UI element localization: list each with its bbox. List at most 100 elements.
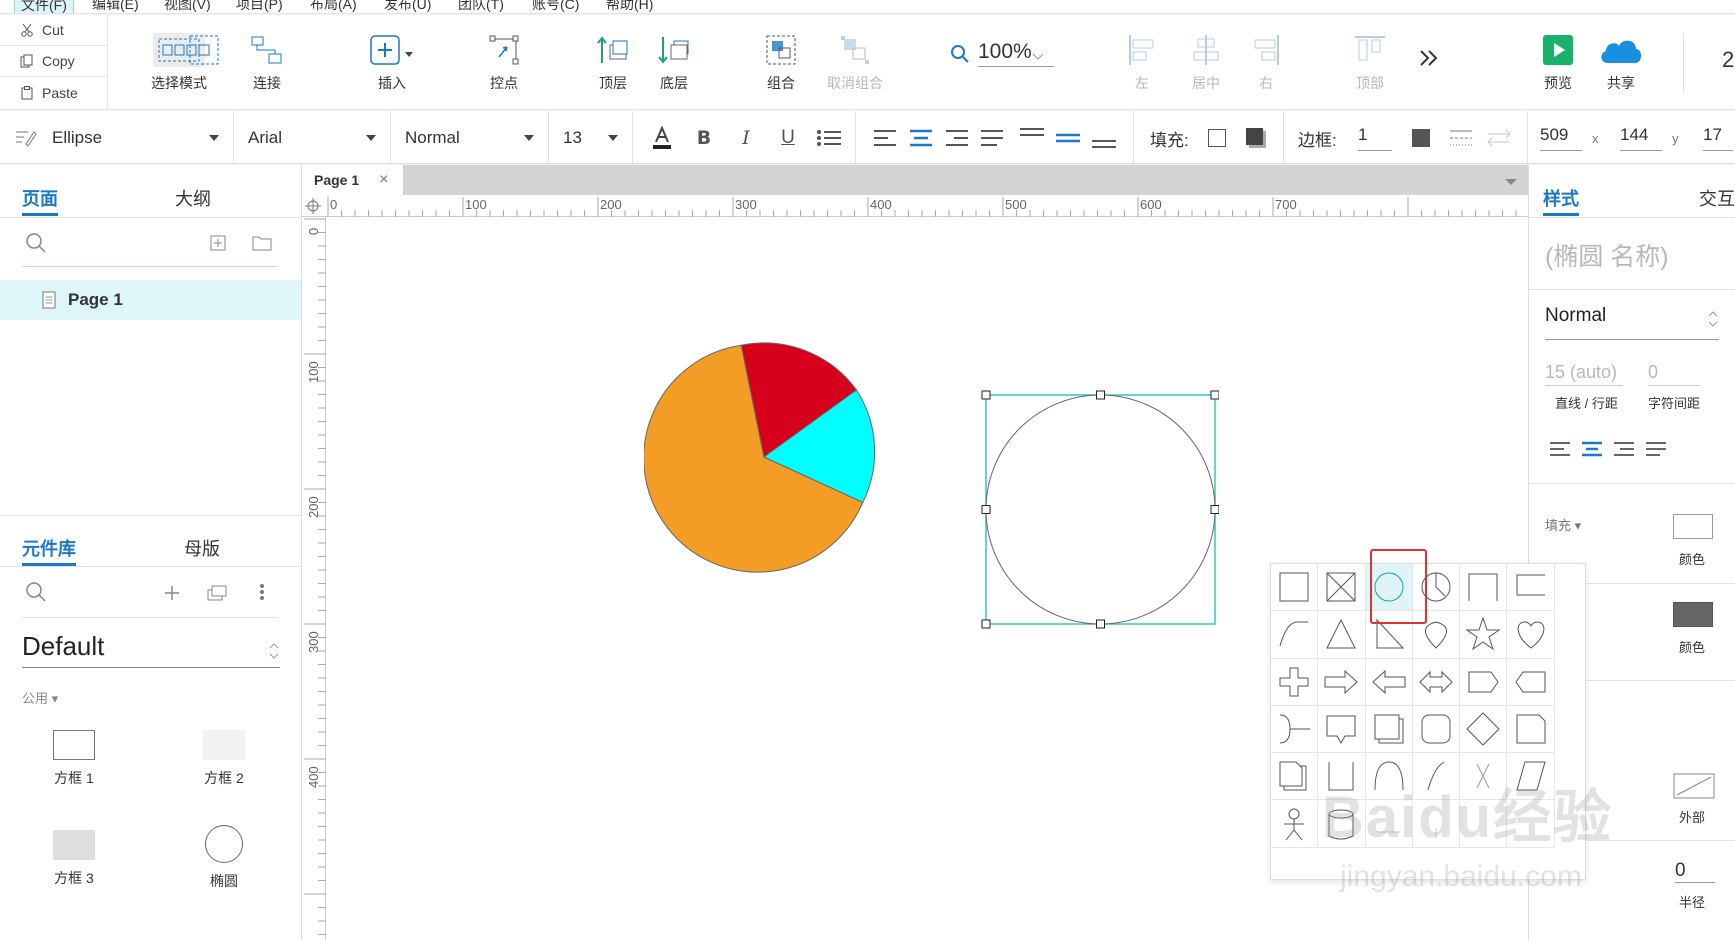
shape-name-input[interactable]: (椭圆 名称) [1545,237,1669,273]
widget-ellipse[interactable]: 椭圆 [164,825,284,891]
border-color-button[interactable] [1410,125,1432,151]
resize-handle[interactable] [981,390,991,400]
tab-outline[interactable]: 大纲 [175,185,211,211]
pie-shape[interactable] [644,337,884,577]
insert-button[interactable]: 插入 [364,15,420,110]
align-right-button[interactable]: 右 [1248,15,1284,110]
menu-account[interactable]: 账号(C) [532,0,579,13]
width-input[interactable]: 17 [1703,123,1733,151]
close-icon[interactable]: × [379,171,388,189]
menu-help[interactable]: 帮助(H) [606,0,653,13]
menu-project[interactable]: 项目(P) [236,0,283,13]
shape-option-heart[interactable] [1507,611,1555,659]
text-align-center-button[interactable] [908,125,934,151]
folder-icon[interactable] [252,235,272,251]
text-justify-button[interactable] [979,125,1005,151]
ungroup-button[interactable]: 取消组合 [820,15,890,110]
send-back-button[interactable]: 底层 [653,15,695,110]
menu-view[interactable]: 视图(V) [164,0,211,13]
menu-edit[interactable]: 编辑(E) [92,0,139,13]
menu-file[interactable]: 文件(F) [14,0,74,13]
shape-option-note[interactable] [1507,705,1555,754]
char-spacing-input[interactable]: 0 [1648,362,1700,386]
shape-option-callout[interactable] [1318,705,1366,754]
text-justify-icon[interactable] [1645,441,1667,457]
more-tools-button[interactable] [1414,15,1444,110]
menu-layout[interactable]: 布局(A) [310,0,357,13]
shape-option-diamond[interactable] [1460,705,1508,754]
shape-option-triangle[interactable] [1318,611,1366,659]
shape-option-star[interactable] [1460,611,1508,659]
tab-library[interactable]: 元件库 [22,535,76,561]
group-button[interactable]: 组合 [760,15,802,110]
page-item[interactable]: Page 1 [0,280,301,320]
arrow-style-button[interactable] [1486,125,1512,151]
add-library-icon[interactable] [164,585,180,601]
shape-option-crossbox[interactable] [1318,564,1366,612]
shape-option-rect[interactable] [1271,564,1319,612]
search-icon[interactable] [25,232,47,254]
select-contained-button[interactable] [186,15,222,110]
y-position-input[interactable]: 144 [1620,123,1662,151]
selected-ellipse[interactable] [979,389,1219,629]
text-align-center-icon[interactable] [1581,441,1603,457]
underline-button[interactable]: U [776,125,800,151]
style-select[interactable]: Normal [1545,305,1719,340]
library-select[interactable]: Default [22,631,280,668]
italic-button[interactable]: I [734,125,758,151]
resize-handle[interactable] [1096,619,1105,629]
menu-team[interactable]: 团队(T) [458,0,504,13]
zoom-control[interactable]: 100% [950,40,1054,67]
widget-box-1[interactable]: 方框 1 [14,730,134,788]
border-style-button[interactable] [1448,125,1474,151]
shape-option-pentagon-left[interactable] [1507,658,1555,706]
resize-handle[interactable] [981,619,991,629]
share-button[interactable]: 共享 [1596,15,1646,110]
shadow-button[interactable] [1244,125,1268,151]
tab-pages[interactable]: 页面 [22,185,58,211]
x-position-input[interactable]: 509 [1540,123,1582,151]
valign-bottom-button[interactable] [1090,125,1118,151]
bullet-list-button[interactable] [815,125,843,151]
menu-publish[interactable]: 发布(U) [384,0,431,13]
widget-group-label[interactable]: 公用 ▾ [22,688,58,707]
search-icon[interactable] [25,581,47,603]
points-button[interactable]: 控点 [482,15,526,110]
shape-option-doc-stack[interactable] [1271,753,1319,801]
fill-section-label[interactable]: 填充 ▾ [1545,515,1581,534]
tab-masters[interactable]: 母版 [184,535,220,561]
widget-box-2[interactable]: 方框 2 [164,730,284,788]
shape-option-stack[interactable] [1365,705,1413,754]
shape-option-actor[interactable] [1271,800,1319,848]
text-align-left-button[interactable] [872,125,898,151]
resize-handle[interactable] [981,505,991,514]
cut-button[interactable]: Cut [0,15,108,46]
font-size-select[interactable]: 13 [549,111,633,164]
caret-down-icon[interactable] [1504,178,1518,186]
shape-option-arrow-both[interactable] [1412,658,1461,706]
widget-box-3[interactable]: 方框 3 [14,830,134,888]
shape-option-trapezoid-curve[interactable] [1271,611,1319,659]
preview-button[interactable]: 预览 [1536,15,1580,110]
text-color-button[interactable] [650,125,674,151]
copy-button[interactable]: Copy [0,46,108,77]
bold-button[interactable]: B [692,125,716,151]
text-align-right-button[interactable] [944,125,970,151]
library-stack-icon[interactable] [207,585,229,601]
corner-radius-input[interactable]: 0 [1675,860,1715,883]
fill-color-button[interactable] [1206,125,1228,151]
text-align-right-icon[interactable] [1613,441,1635,457]
fill-color-swatch[interactable] [1673,514,1713,539]
valign-middle-button[interactable] [1054,125,1082,151]
shape-option-arrow-left[interactable] [1365,658,1413,706]
tab-interactions[interactable]: 交互 [1699,185,1735,211]
tab-page-1[interactable]: Page 1 × [302,165,404,195]
shape-option-pentagon-right[interactable] [1460,658,1508,706]
border-color-swatch[interactable] [1673,602,1713,627]
ellipse-shape[interactable] [985,394,1216,625]
valign-top-button[interactable] [1018,125,1046,151]
line-height-input[interactable]: 15 (auto) [1545,362,1623,386]
connect-button[interactable]: 连接 [240,15,294,110]
bring-front-button[interactable]: 顶层 [592,15,634,110]
font-family-select[interactable]: Arial [234,111,391,164]
